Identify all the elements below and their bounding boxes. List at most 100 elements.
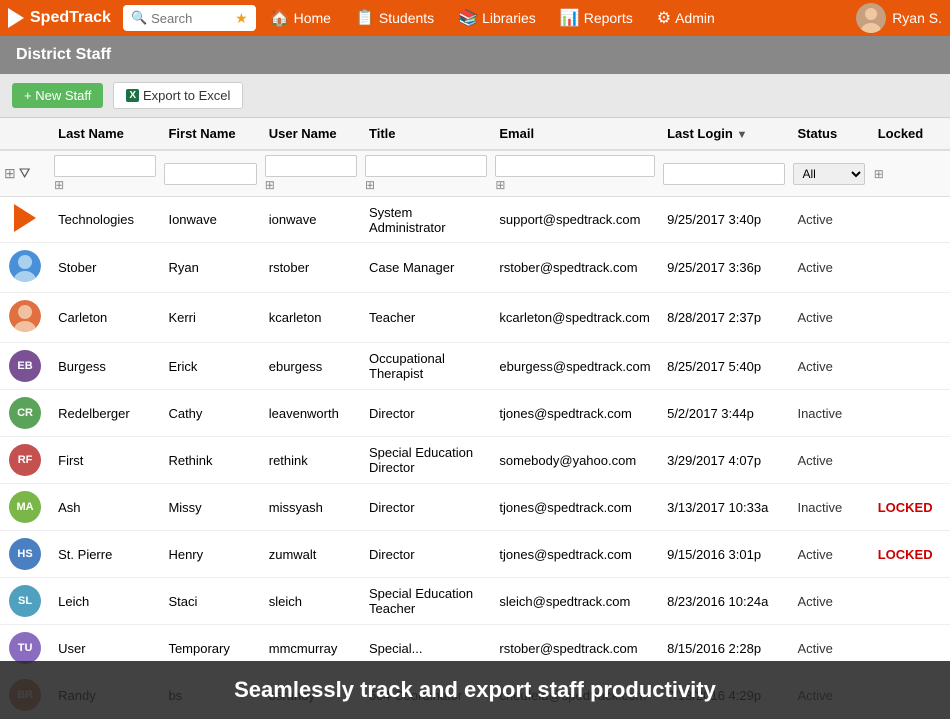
star-icon: ★ bbox=[235, 10, 248, 27]
logo-text: SpedTrack bbox=[30, 9, 111, 27]
col-header-email[interactable]: Email bbox=[491, 118, 659, 150]
new-staff-label: + New Staff bbox=[24, 88, 91, 103]
cell-locked bbox=[870, 578, 950, 625]
filter-title-cell[interactable]: ⊞ bbox=[361, 150, 491, 197]
table-row[interactable]: EBBurgessErickeburgessOccupational Thera… bbox=[0, 343, 950, 390]
cell-lastlogin: 8/23/2016 10:24a bbox=[659, 578, 789, 625]
cell-username: mmcmurray bbox=[261, 625, 361, 672]
top-nav: SpedTrack 🔍 ★ 🏠 Home 📋 Students 📚 Librar… bbox=[0, 0, 950, 36]
cell-email: rstober@spedtrack.com bbox=[491, 625, 659, 672]
col-header-lastname[interactable]: Last Name bbox=[50, 118, 160, 150]
table-row[interactable]: CarletonKerrikcarletonTeacherkcarleton@s… bbox=[0, 293, 950, 343]
col-header-locked[interactable]: Locked bbox=[870, 118, 950, 150]
table-row[interactable]: HSSt. PierreHenryzumwaltDirectortjones@s… bbox=[0, 531, 950, 578]
cell-lastname: Technologies bbox=[50, 197, 160, 243]
nav-home[interactable]: 🏠 Home bbox=[260, 4, 341, 32]
nav-home-label: Home bbox=[294, 10, 331, 26]
col-header-lastlogin[interactable]: Last Login ▼ bbox=[659, 118, 789, 150]
cell-status: Active bbox=[789, 531, 869, 578]
filter-locked-icon: ⊞ bbox=[874, 167, 884, 181]
cell-locked bbox=[870, 343, 950, 390]
new-staff-button[interactable]: + New Staff bbox=[12, 83, 103, 108]
filter-title-icon: ⊞ bbox=[365, 178, 375, 192]
table-row[interactable]: BRRandybsbsrandy504 Coordinatorcneufeld@… bbox=[0, 672, 950, 719]
table-row[interactable]: TUUserTemporarymmcmurraySpecial...rstobe… bbox=[0, 625, 950, 672]
cell-title: Special Education Teacher bbox=[361, 578, 491, 625]
cell-locked bbox=[870, 390, 950, 437]
avatar bbox=[8, 250, 42, 285]
cell-lastlogin: 9/25/2017 3:40p bbox=[659, 197, 789, 243]
cell-email: tjones@spedtrack.com bbox=[491, 390, 659, 437]
filter-username-cell[interactable]: ⊞ bbox=[261, 150, 361, 197]
table-row[interactable]: MAAshMissymissyashDirectortjones@spedtra… bbox=[0, 484, 950, 531]
cell-status: Active bbox=[789, 197, 869, 243]
avatar: HS bbox=[9, 538, 41, 570]
table-row[interactable]: RFFirstRethinkrethinkSpecial Education D… bbox=[0, 437, 950, 484]
cell-username: ionwave bbox=[261, 197, 361, 243]
filter-lastname-input[interactable] bbox=[54, 155, 156, 177]
filter-email-input[interactable] bbox=[495, 155, 655, 177]
cell-lastname: Leich bbox=[50, 578, 160, 625]
export-excel-button[interactable]: X Export to Excel bbox=[113, 82, 243, 109]
filter-row: ⊞ ⛛ ⊞ ⊞ ⊞ bbox=[0, 150, 950, 197]
avatar-cell: EB bbox=[0, 343, 50, 390]
avatar-cell: BR bbox=[0, 672, 50, 719]
nav-students[interactable]: 📋 Students bbox=[345, 4, 444, 32]
filter-status-cell[interactable]: All Active Inactive bbox=[789, 150, 869, 197]
nav-libraries[interactable]: 📚 Libraries bbox=[448, 4, 546, 32]
avatar-triangle-icon bbox=[14, 204, 36, 232]
cell-lastname: Randy bbox=[50, 672, 160, 719]
cell-firstname: bs bbox=[160, 672, 260, 719]
cell-status: Active bbox=[789, 243, 869, 293]
cell-firstname: Ryan bbox=[160, 243, 260, 293]
filter-funnel-icon: ⛛ bbox=[19, 165, 31, 182]
cell-username: eburgess bbox=[261, 343, 361, 390]
col-header-firstname[interactable]: First Name bbox=[160, 118, 260, 150]
cell-title: 504 Coordinator bbox=[361, 672, 491, 719]
table-header-row: Last Name First Name User Name Title Ema… bbox=[0, 118, 950, 150]
col-header-status[interactable]: Status bbox=[789, 118, 869, 150]
table-row[interactable]: CRRedelbergerCathyleavenworthDirectortjo… bbox=[0, 390, 950, 437]
search-bar[interactable]: 🔍 ★ bbox=[123, 5, 256, 31]
cell-lastname: Burgess bbox=[50, 343, 160, 390]
filter-lastlogin-input[interactable] bbox=[663, 163, 785, 185]
cell-lastname: Redelberger bbox=[50, 390, 160, 437]
nav-reports[interactable]: 📊 Reports bbox=[550, 4, 643, 32]
avatar-cell: CR bbox=[0, 390, 50, 437]
avatar-cell bbox=[0, 293, 50, 343]
filter-username-input[interactable] bbox=[265, 155, 357, 177]
staff-table: Last Name First Name User Name Title Ema… bbox=[0, 118, 950, 719]
cell-status: Active bbox=[789, 578, 869, 625]
avatar: SL bbox=[9, 585, 41, 617]
nav-reports-label: Reports bbox=[584, 10, 633, 26]
filter-title-input[interactable] bbox=[365, 155, 487, 177]
filter-firstname-cell[interactable] bbox=[160, 150, 260, 197]
cell-username: rethink bbox=[261, 437, 361, 484]
nav-admin[interactable]: ⚙ Admin bbox=[647, 4, 725, 32]
cell-lastname: User bbox=[50, 625, 160, 672]
status-filter-select[interactable]: All Active Inactive bbox=[793, 163, 865, 185]
cell-title: Special... bbox=[361, 625, 491, 672]
col-header-avatar bbox=[0, 118, 50, 150]
cell-locked bbox=[870, 197, 950, 243]
cell-lastlogin: 8/28/2017 2:37p bbox=[659, 293, 789, 343]
avatar-cell: SL bbox=[0, 578, 50, 625]
table-row[interactable]: TechnologiesIonwaveionwaveSystem Adminis… bbox=[0, 197, 950, 243]
col-header-title[interactable]: Title bbox=[361, 118, 491, 150]
avatar-cell: HS bbox=[0, 531, 50, 578]
nav-libraries-label: Libraries bbox=[482, 10, 536, 26]
filter-email-cell[interactable]: ⊞ bbox=[491, 150, 659, 197]
user-area[interactable]: Ryan S. bbox=[856, 3, 942, 33]
toolbar: + New Staff X Export to Excel bbox=[0, 74, 950, 118]
cell-lastname: Stober bbox=[50, 243, 160, 293]
filter-lastname-cell[interactable]: ⊞ bbox=[50, 150, 160, 197]
search-input[interactable] bbox=[151, 11, 231, 26]
user-avatar bbox=[856, 3, 886, 33]
table-row[interactable]: SLLeichStacisleichSpecial Education Teac… bbox=[0, 578, 950, 625]
col-header-username[interactable]: User Name bbox=[261, 118, 361, 150]
cell-firstname: Staci bbox=[160, 578, 260, 625]
nav-students-label: Students bbox=[379, 10, 434, 26]
filter-firstname-input[interactable] bbox=[164, 163, 256, 185]
table-row[interactable]: StoberRyanrstoberCase Managerrstober@spe… bbox=[0, 243, 950, 293]
home-icon: 🏠 bbox=[270, 8, 290, 28]
